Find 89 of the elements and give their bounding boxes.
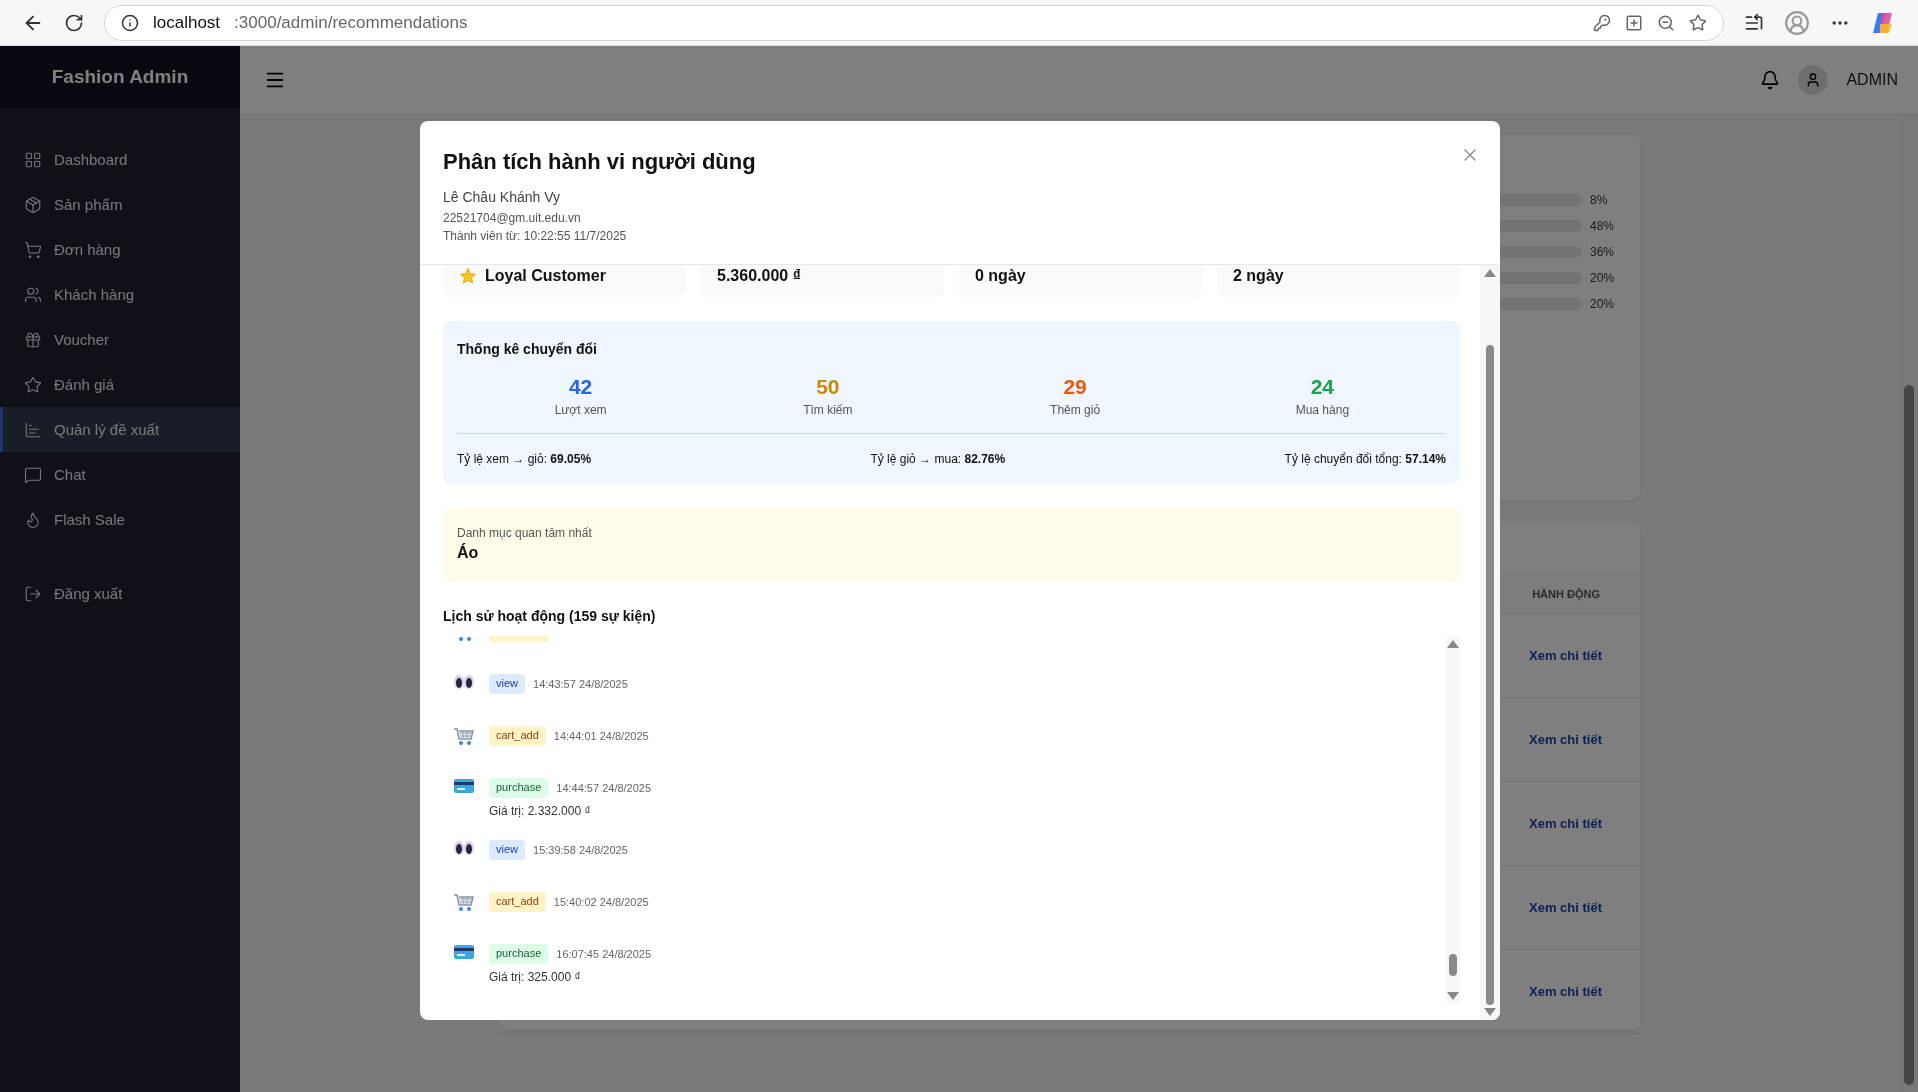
rate-text: Tỷ lệ xem → giỏ: 69.05% xyxy=(457,452,592,466)
detail-link[interactable]: Xem chi tiết xyxy=(1529,900,1602,915)
event-value: Giá trị: 2.332.000 ₫ xyxy=(489,804,592,818)
event-time: 16:07:45 24/8/2025 xyxy=(556,948,652,960)
list-scrollbar[interactable] xyxy=(1446,636,1460,1004)
logout-icon xyxy=(24,584,42,603)
summary-value: 2 ngày xyxy=(1233,267,1284,285)
nav-item[interactable]: Khách hàng xyxy=(0,272,240,317)
star-icon xyxy=(24,375,42,394)
event-time: 14:43:57 24/8/2025 xyxy=(533,678,628,690)
nav-item[interactable]: Dashboard xyxy=(0,137,240,182)
event-tag: cart_add xyxy=(489,726,546,746)
metric-value: 24 xyxy=(1310,375,1335,399)
dialog-title: Phân tích hành vi người dùng xyxy=(443,149,756,175)
summary-value: 0 ngày xyxy=(975,267,1026,285)
event-tag: view xyxy=(489,840,525,860)
event-time: 15:40:02 24/8/2025 xyxy=(553,896,649,908)
address-bar[interactable]: localhost :3000/admin/recommendations xyxy=(104,4,1724,41)
summary-value: 5.360.000 ₫ xyxy=(717,267,801,285)
category-value: Áo xyxy=(457,544,480,562)
detail-link[interactable]: Xem chi tiết xyxy=(1529,732,1602,747)
chat-icon xyxy=(24,465,42,484)
column-header: HÀNH ĐỘNG xyxy=(1532,588,1600,600)
profile-icon[interactable] xyxy=(1784,9,1810,36)
info-icon[interactable] xyxy=(121,13,139,32)
star-icon xyxy=(459,267,477,285)
metric-label: Lượt xem xyxy=(554,403,607,417)
eyes-icon xyxy=(453,674,475,690)
percent-text: 20% xyxy=(1590,297,1616,311)
star-icon[interactable] xyxy=(1689,13,1707,32)
nav-item[interactable]: Sản phẩm xyxy=(0,182,240,227)
url-host: localhost xyxy=(153,12,221,33)
url-path: :3000/admin/recommendations xyxy=(234,12,469,33)
user-email: 22521704@gm.uit.edu.vn xyxy=(443,211,581,225)
user-full-name: Lê Châu Khánh Vy xyxy=(443,189,560,205)
reload-icon[interactable] xyxy=(64,12,84,33)
percent-text: 48% xyxy=(1590,219,1616,233)
grid-icon xyxy=(24,150,42,169)
avatar[interactable] xyxy=(1798,65,1829,95)
dialog-scrollbar[interactable] xyxy=(1480,265,1500,1020)
rate-text: Tỷ lệ giỏ → mua: 82.76% xyxy=(870,452,1006,466)
nav-item[interactable]: Quản lý đề xuất xyxy=(0,407,240,452)
nav-item[interactable]: Flash Sale xyxy=(0,497,240,542)
metric-label: Tìm kiếm xyxy=(803,403,853,417)
member-since: Thành viên từ: 10:22:55 11/7/2025 xyxy=(443,229,627,243)
metric-label: Thêm giỏ xyxy=(1050,403,1101,417)
brand-title: Fashion Admin xyxy=(0,46,240,108)
rate-text: Tỷ lệ chuyển đổi tổng: 57.14% xyxy=(1284,452,1446,466)
nav-item[interactable]: Chat xyxy=(0,452,240,497)
percent-text: 20% xyxy=(1590,271,1616,285)
credit-card-icon xyxy=(453,778,475,794)
summary-value: Loyal Customer xyxy=(485,267,606,285)
users-icon xyxy=(24,285,42,304)
detail-link[interactable]: Xem chi tiết xyxy=(1529,984,1602,999)
category-label: Danh mục quan tâm nhất xyxy=(457,526,593,540)
credit-card-icon xyxy=(453,944,475,960)
metric-value: 50 xyxy=(816,375,840,399)
eyes-icon xyxy=(453,840,475,856)
detail-link[interactable]: Xem chi tiết xyxy=(1529,816,1602,831)
event-tag: purchase xyxy=(489,944,549,964)
percent-text: 36% xyxy=(1590,245,1616,259)
percent-text: 8% xyxy=(1590,193,1609,207)
key-icon[interactable] xyxy=(1593,13,1611,32)
box-icon xyxy=(24,195,42,214)
gift-icon xyxy=(24,330,42,349)
apps-icon[interactable] xyxy=(1625,13,1643,32)
metric-label: Mua hàng xyxy=(1295,403,1350,417)
event-tag: purchase xyxy=(489,778,549,798)
nav-item[interactable]: Đơn hàng xyxy=(0,227,240,272)
bar-chart-icon xyxy=(24,420,42,439)
nav-item[interactable]: Đánh giá xyxy=(0,362,240,407)
user-name: ADMIN xyxy=(1846,71,1898,89)
panel-title: Thống kê chuyển đổi xyxy=(457,341,598,357)
event-time: 14:44:01 24/8/2025 xyxy=(553,730,649,742)
favorites-icon[interactable] xyxy=(1744,12,1764,33)
event-tag: cart_add xyxy=(489,892,546,912)
metric-value: 29 xyxy=(1063,375,1087,399)
bell-icon[interactable] xyxy=(1760,70,1781,90)
event-time: 15:39:58 24/8/2025 xyxy=(533,844,628,856)
flame-icon xyxy=(24,510,42,529)
event-value: Giá trị: 325.000 ₫ xyxy=(489,970,582,984)
detail-link[interactable]: Xem chi tiết xyxy=(1529,648,1602,663)
nav-item[interactable]: Voucher xyxy=(0,317,240,362)
event-tag: view xyxy=(489,674,525,694)
event-time: 14:44:57 24/8/2025 xyxy=(556,782,652,794)
activity-title: Lịch sử hoạt động (159 sự kiện) xyxy=(443,608,657,624)
zoom-out-icon[interactable] xyxy=(1657,13,1675,32)
metric-value: 42 xyxy=(568,375,593,399)
logout-item[interactable]: Đăng xuất xyxy=(0,571,240,616)
